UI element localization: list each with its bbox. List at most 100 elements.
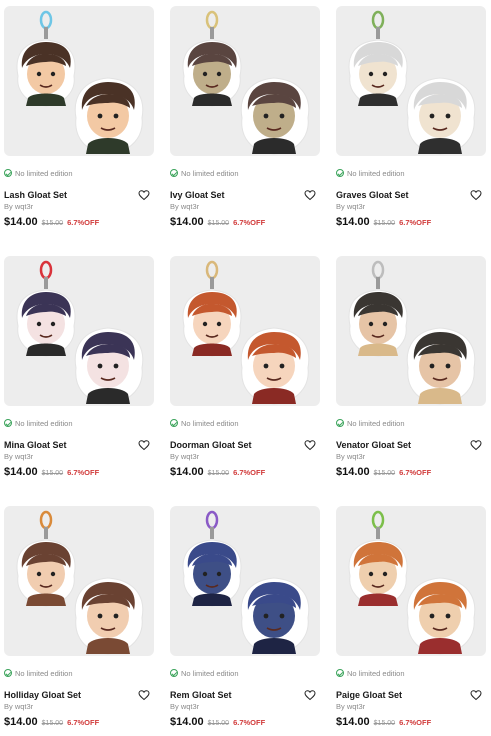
seller-name[interactable]: By wqt3r <box>4 452 154 462</box>
product-thumbnail[interactable] <box>170 256 320 406</box>
product-card[interactable]: No limited edition Graves Gloat Set By w… <box>336 6 486 256</box>
heart-icon[interactable] <box>470 189 486 201</box>
price-row: $14.00 $15.00 6.7%OFF <box>170 716 320 728</box>
limited-edition-label: No limited edition <box>347 168 405 178</box>
product-title[interactable]: Mina Gloat Set <box>4 440 67 450</box>
product-title[interactable]: Rem Gloat Set <box>170 690 232 700</box>
title-row: Doorman Gloat Set <box>170 439 320 451</box>
title-row: Mina Gloat Set <box>4 439 154 451</box>
price-row: $14.00 $15.00 6.7%OFF <box>4 716 154 728</box>
product-title[interactable]: Lash Gloat Set <box>4 190 67 200</box>
limited-edition-status: No limited edition <box>170 417 320 429</box>
price-row: $14.00 $15.00 6.7%OFF <box>4 216 154 228</box>
seller-name[interactable]: By wqt3r <box>336 702 486 712</box>
title-row: Paige Gloat Set <box>336 689 486 701</box>
product-thumbnail[interactable] <box>4 6 154 156</box>
seller-name[interactable]: By wqt3r <box>170 452 320 462</box>
white-haired-character-keychain-art-icon <box>348 10 476 155</box>
price-row: $14.00 $15.00 6.7%OFF <box>336 466 486 478</box>
discount-badge: 6.7%OFF <box>67 218 100 227</box>
limited-edition-status: No limited edition <box>336 167 486 179</box>
original-price: $15.00 <box>373 220 396 227</box>
product-card[interactable]: No limited edition Rem Gloat Set By wqt3… <box>170 506 320 736</box>
heart-icon[interactable] <box>470 439 486 451</box>
product-card[interactable]: No limited edition Doorman Gloat Set By … <box>170 256 320 506</box>
price-row: $14.00 $15.00 6.7%OFF <box>170 466 320 478</box>
seller-name[interactable]: By wqt3r <box>170 702 320 712</box>
current-price: $14.00 <box>4 716 38 728</box>
limited-edition-status: No limited edition <box>170 667 320 679</box>
current-price: $14.00 <box>170 716 204 728</box>
seller-name[interactable]: By wqt3r <box>4 702 154 712</box>
limited-edition-status: No limited edition <box>336 417 486 429</box>
limited-edition-status: No limited edition <box>4 167 154 179</box>
heart-icon[interactable] <box>138 689 154 701</box>
product-title[interactable]: Holliday Gloat Set <box>4 690 81 700</box>
current-price: $14.00 <box>170 216 204 228</box>
product-thumbnail[interactable] <box>336 6 486 156</box>
seller-name[interactable]: By wqt3r <box>336 202 486 212</box>
product-card[interactable]: No limited edition Venator Gloat Set By … <box>336 256 486 506</box>
heart-icon[interactable] <box>304 689 320 701</box>
discount-badge: 6.7%OFF <box>233 718 266 727</box>
limited-edition-label: No limited edition <box>15 418 73 428</box>
price-row: $14.00 $15.00 6.7%OFF <box>170 216 320 228</box>
discount-badge: 6.7%OFF <box>399 718 432 727</box>
product-thumbnail[interactable] <box>336 506 486 656</box>
product-card[interactable]: No limited edition Ivy Gloat Set By wqt3… <box>170 6 320 256</box>
product-thumbnail[interactable] <box>170 506 320 656</box>
check-circle-icon <box>4 419 12 427</box>
limited-edition-label: No limited edition <box>347 668 405 678</box>
heart-icon[interactable] <box>304 189 320 201</box>
seller-name[interactable]: By wqt3r <box>336 452 486 462</box>
bearded-man-keychain-art-icon <box>16 10 144 155</box>
check-circle-icon <box>336 169 344 177</box>
product-card[interactable]: No limited edition Lash Gloat Set By wqt… <box>4 6 154 256</box>
title-row: Holliday Gloat Set <box>4 689 154 701</box>
discount-badge: 6.7%OFF <box>399 218 432 227</box>
product-thumbnail[interactable] <box>4 506 154 656</box>
bearded-hunter-keychain-art-icon <box>348 260 476 405</box>
limited-edition-status: No limited edition <box>4 667 154 679</box>
heart-icon[interactable] <box>138 189 154 201</box>
cowboy-keychain-art-icon <box>16 510 144 655</box>
limited-edition-label: No limited edition <box>181 168 239 178</box>
heart-icon[interactable] <box>470 689 486 701</box>
product-thumbnail[interactable] <box>170 6 320 156</box>
limited-edition-label: No limited edition <box>15 168 73 178</box>
current-price: $14.00 <box>336 716 370 728</box>
seller-name[interactable]: By wqt3r <box>170 202 320 212</box>
limited-edition-label: No limited edition <box>347 418 405 428</box>
product-title[interactable]: Paige Gloat Set <box>336 690 402 700</box>
seller-name[interactable]: By wqt3r <box>4 202 154 212</box>
wizard-wolf-keychain-art-icon <box>182 510 310 655</box>
product-title[interactable]: Venator Gloat Set <box>336 440 411 450</box>
product-card[interactable]: No limited edition Paige Gloat Set By wq… <box>336 506 486 736</box>
current-price: $14.00 <box>336 466 370 478</box>
limited-edition-status: No limited edition <box>336 667 486 679</box>
limited-edition-label: No limited edition <box>181 668 239 678</box>
title-row: Lash Gloat Set <box>4 189 154 201</box>
original-price: $15.00 <box>207 470 230 477</box>
product-grid: No limited edition Lash Gloat Set By wqt… <box>0 0 491 736</box>
product-thumbnail[interactable] <box>336 256 486 406</box>
price-row: $14.00 $15.00 6.7%OFF <box>336 716 486 728</box>
heart-icon[interactable] <box>138 439 154 451</box>
product-thumbnail[interactable] <box>4 256 154 406</box>
product-title[interactable]: Ivy Gloat Set <box>170 190 225 200</box>
current-price: $14.00 <box>4 466 38 478</box>
original-price: $15.00 <box>207 220 230 227</box>
discount-badge: 6.7%OFF <box>233 468 266 477</box>
price-row: $14.00 $15.00 6.7%OFF <box>336 216 486 228</box>
product-title[interactable]: Graves Gloat Set <box>336 190 409 200</box>
current-price: $14.00 <box>4 216 38 228</box>
product-title[interactable]: Doorman Gloat Set <box>170 440 252 450</box>
heart-icon[interactable] <box>304 439 320 451</box>
product-card[interactable]: No limited edition Mina Gloat Set By wqt… <box>4 256 154 506</box>
product-card[interactable]: No limited edition Holliday Gloat Set By… <box>4 506 154 736</box>
limited-edition-status: No limited edition <box>4 417 154 429</box>
price-row: $14.00 $15.00 6.7%OFF <box>4 466 154 478</box>
title-row: Rem Gloat Set <box>170 689 320 701</box>
current-price: $14.00 <box>336 216 370 228</box>
original-price: $15.00 <box>207 720 230 727</box>
